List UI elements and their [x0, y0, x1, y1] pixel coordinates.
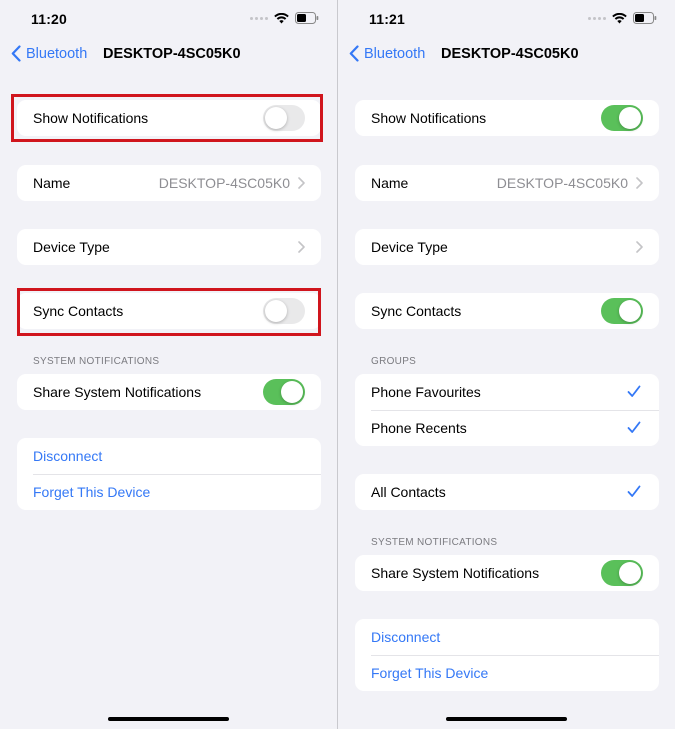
sync-contacts-toggle[interactable] — [601, 298, 643, 324]
all-contacts-row[interactable]: All Contacts — [355, 474, 659, 510]
groups-header: GROUPS — [371, 356, 417, 367]
back-button-label: Bluetooth — [26, 45, 88, 62]
status-icons — [588, 12, 657, 24]
chevron-right-icon — [636, 177, 643, 189]
back-button[interactable]: Bluetooth — [349, 45, 425, 62]
toggle-knob — [619, 562, 641, 584]
device-type-group: Device Type — [17, 229, 321, 265]
checkmark-icon — [627, 385, 641, 397]
name-group: Name DESKTOP-4SC05K0 — [17, 165, 321, 201]
status-bar: 11:20 — [0, 0, 337, 36]
group-row-phone-recents[interactable]: Phone Recents — [355, 410, 659, 446]
name-label: Name — [33, 175, 71, 191]
system-notifications-header: SYSTEM NOTIFICATIONS — [33, 356, 160, 367]
status-time: 11:20 — [31, 11, 68, 27]
checkmark-icon — [627, 485, 641, 497]
chevron-right-icon — [298, 177, 305, 189]
left-screen: 11:20 Bluetooth DESKTOP-4SC05K0 Show Not… — [0, 0, 337, 729]
status-time: 11:21 — [369, 11, 406, 27]
group-label: Phone Recents — [371, 420, 467, 436]
forget-device-button[interactable]: Forget This Device — [371, 665, 659, 681]
device-type-row[interactable]: Device Type — [17, 229, 321, 265]
name-row[interactable]: Name DESKTOP-4SC05K0 — [355, 165, 659, 201]
back-button-label: Bluetooth — [364, 45, 426, 62]
page-title: DESKTOP-4SC05K0 — [441, 46, 579, 62]
checkmark-icon — [627, 421, 641, 433]
right-screen: 11:21 Bluetooth DESKTOP-4SC05K0 Show Not… — [338, 0, 675, 729]
chevron-left-icon — [349, 45, 359, 62]
disconnect-button[interactable]: Disconnect — [371, 629, 659, 645]
device-actions-group: Disconnect Forget This Device — [17, 438, 321, 510]
name-row[interactable]: Name DESKTOP-4SC05K0 — [17, 165, 321, 201]
share-system-notifications-toggle[interactable] — [601, 560, 643, 586]
chevron-left-icon — [11, 45, 21, 62]
home-indicator — [446, 717, 567, 721]
forget-device-row[interactable]: Forget This Device — [17, 474, 321, 510]
name-value: DESKTOP-4SC05K0 — [496, 175, 628, 191]
home-indicator — [108, 717, 229, 721]
chevron-right-icon — [636, 241, 643, 253]
device-actions-group: Disconnect Forget This Device — [355, 619, 659, 691]
toggle-knob — [619, 107, 641, 129]
all-contacts-label: All Contacts — [371, 484, 446, 500]
show-notifications-toggle[interactable] — [601, 105, 643, 131]
name-value: DESKTOP-4SC05K0 — [158, 175, 290, 191]
disconnect-row[interactable]: Disconnect — [355, 619, 659, 655]
system-notifications-header: SYSTEM NOTIFICATIONS — [371, 537, 498, 548]
group-row-phone-favourites[interactable]: Phone Favourites — [355, 374, 659, 410]
device-type-label: Device Type — [33, 239, 110, 255]
cellular-signal-icon — [588, 16, 606, 20]
status-bar: 11:21 — [338, 0, 675, 36]
share-system-notifications-row: Share System Notifications — [355, 555, 659, 591]
navigation-bar: Bluetooth DESKTOP-4SC05K0 — [0, 38, 337, 70]
share-system-notifications-group: Share System Notifications — [17, 374, 321, 410]
chevron-right-icon — [298, 241, 305, 253]
name-group: Name DESKTOP-4SC05K0 — [355, 165, 659, 201]
group-label: Phone Favourites — [371, 384, 481, 400]
back-button[interactable]: Bluetooth — [11, 45, 87, 62]
cellular-signal-icon — [250, 16, 268, 20]
device-type-group: Device Type — [355, 229, 659, 265]
status-icons — [250, 12, 319, 24]
sync-contacts-group: Sync Contacts — [355, 293, 659, 329]
groups-list: Phone Favourites Phone Recents — [355, 374, 659, 446]
page-title: DESKTOP-4SC05K0 — [103, 46, 241, 62]
wifi-icon — [612, 12, 627, 23]
toggle-knob — [619, 300, 641, 322]
all-contacts-group: All Contacts — [355, 474, 659, 510]
highlight-box-sync-contacts — [17, 288, 321, 336]
device-type-label: Device Type — [371, 239, 448, 255]
forget-device-button[interactable]: Forget This Device — [33, 484, 321, 500]
share-system-notifications-row: Share System Notifications — [17, 374, 321, 410]
toggle-knob — [281, 381, 303, 403]
wifi-icon — [274, 12, 289, 23]
battery-icon — [295, 12, 319, 24]
disconnect-row[interactable]: Disconnect — [17, 438, 321, 474]
show-notifications-group: Show Notifications — [355, 100, 659, 136]
battery-icon — [633, 12, 657, 24]
highlight-box-show-notifications — [11, 94, 323, 142]
show-notifications-row: Show Notifications — [355, 100, 659, 136]
forget-device-row[interactable]: Forget This Device — [355, 655, 659, 691]
sync-contacts-row: Sync Contacts — [355, 293, 659, 329]
device-type-row[interactable]: Device Type — [355, 229, 659, 265]
name-label: Name — [371, 175, 409, 191]
share-system-notifications-toggle[interactable] — [263, 379, 305, 405]
navigation-bar: Bluetooth DESKTOP-4SC05K0 — [338, 38, 675, 70]
disconnect-button[interactable]: Disconnect — [33, 448, 321, 464]
share-system-notifications-group: Share System Notifications — [355, 555, 659, 591]
